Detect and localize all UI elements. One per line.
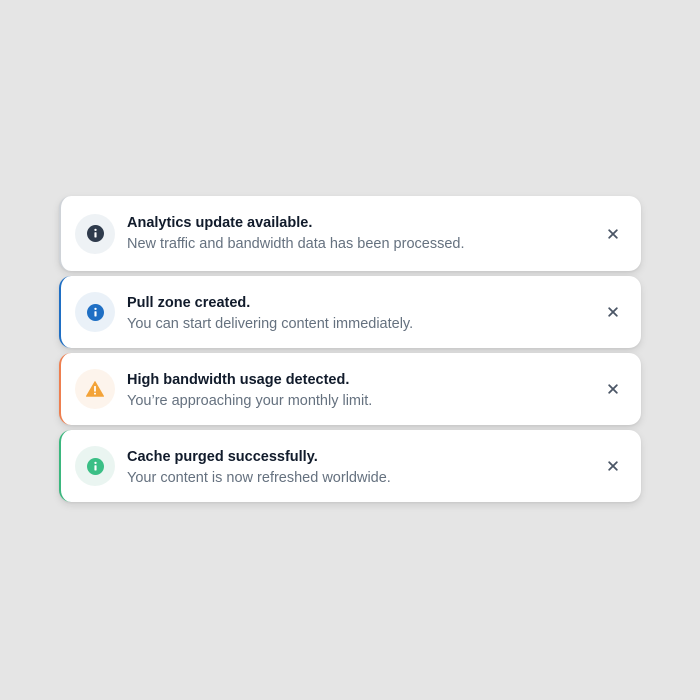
toast-pull-zone-created: Pull zone created. You can start deliver…	[59, 276, 641, 348]
toast-message: You’re approaching your monthly limit.	[127, 393, 373, 409]
toast-high-bandwidth: High bandwidth usage detected. You’re ap…	[59, 353, 641, 425]
close-icon[interactable]	[608, 384, 618, 394]
toast-title: High bandwidth usage detected.	[127, 372, 350, 388]
close-button[interactable]	[605, 226, 621, 242]
toast-icon-badge	[75, 292, 115, 332]
close-button[interactable]	[605, 458, 621, 474]
close-icon[interactable]	[608, 307, 618, 317]
notification-stack: Analytics update available. New traffic …	[59, 196, 641, 507]
toast-title: Pull zone created.	[127, 295, 251, 311]
close-icon[interactable]	[608, 461, 618, 471]
toast-message: Your content is now refreshed worldwide.	[127, 470, 391, 486]
warning-triangle-icon	[86, 381, 104, 397]
toast-title: Analytics update available.	[127, 215, 313, 231]
toast-icon-badge	[75, 446, 115, 486]
toast-message: New traffic and bandwidth data has been …	[127, 236, 465, 252]
close-icon[interactable]	[608, 228, 618, 239]
toast-analytics-update: Analytics update available. New traffic …	[59, 196, 641, 271]
toast-icon-badge	[75, 369, 115, 409]
close-button[interactable]	[605, 381, 621, 397]
toast-message: You can start delivering content immedia…	[127, 316, 414, 332]
info-circle-icon	[86, 303, 104, 321]
toast-title: Cache purged successfully.	[127, 449, 318, 465]
toast-cache-purged: Cache purged successfully. Your content …	[59, 430, 641, 502]
info-circle-icon	[86, 457, 104, 475]
info-circle-icon	[86, 225, 104, 242]
close-button[interactable]	[605, 304, 621, 320]
toast-icon-badge	[75, 213, 115, 254]
